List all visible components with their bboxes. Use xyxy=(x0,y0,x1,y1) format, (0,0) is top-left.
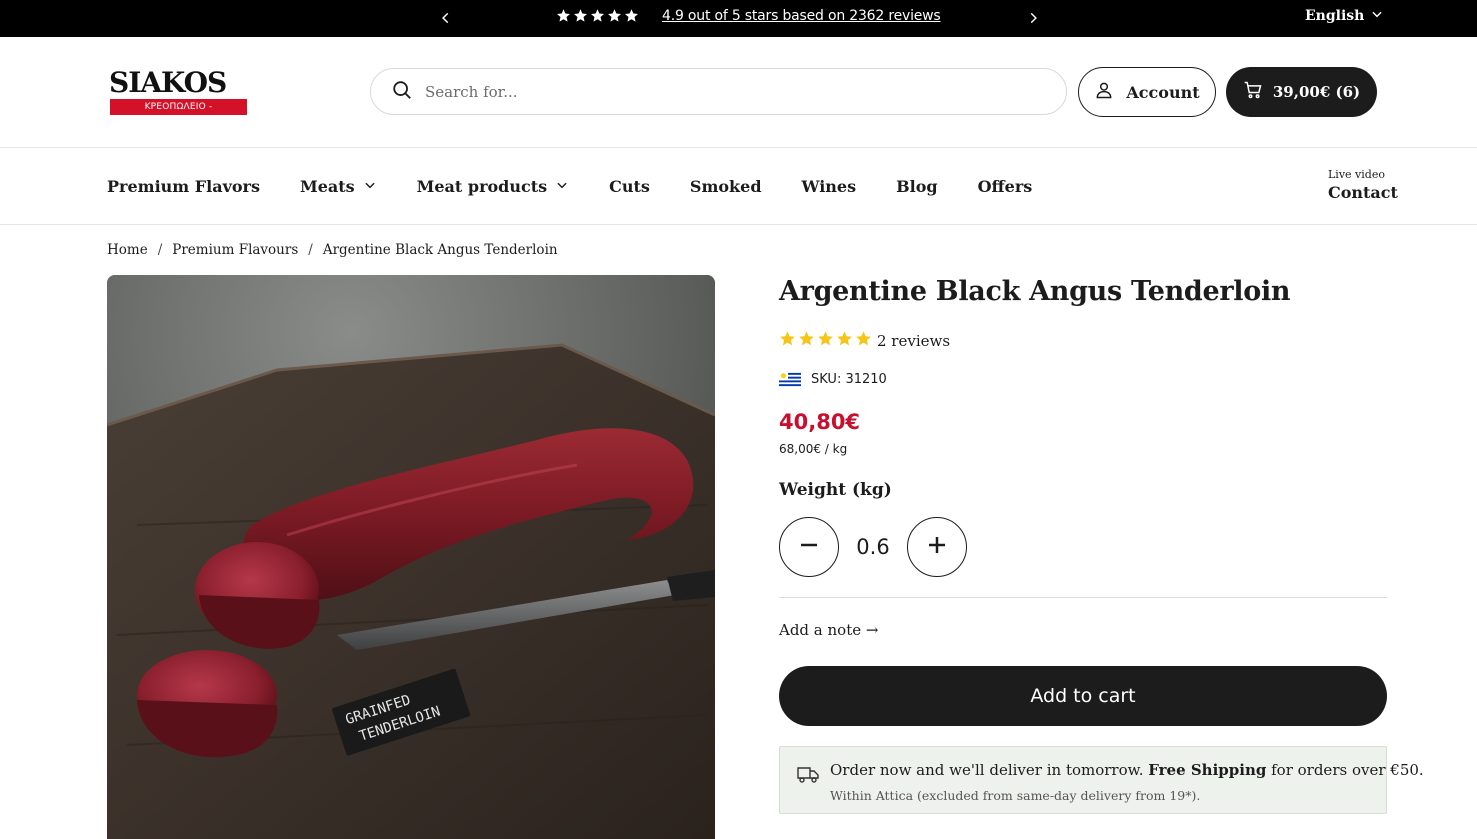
quantity-decrease-button[interactable] xyxy=(779,517,839,577)
logo-tagline: ΚΡΕΟΠΩΛΕΙΟ - ΠΑΝΤΟΠΩΛΕΙΟ xyxy=(110,99,247,128)
breadcrumb-current: Argentine Black Angus Tenderloin xyxy=(322,242,558,258)
nav-label: Wines xyxy=(801,176,857,196)
product-divider xyxy=(779,597,1387,598)
delivery-text: for orders over €50. xyxy=(1266,761,1424,779)
language-label: English xyxy=(1305,8,1365,24)
star-icon xyxy=(607,8,622,27)
unit-price: 68,00€ / kg xyxy=(779,442,848,456)
breadcrumb-separator: / xyxy=(157,242,163,258)
cart-total: 39,00€ (6) xyxy=(1272,83,1361,101)
delivery-main-text: Order now and we'll deliver in tomorrow.… xyxy=(830,761,1424,779)
search-bar[interactable] xyxy=(370,68,1067,115)
main-nav: Premium Flavors Meats Meat products Cuts… xyxy=(107,175,1072,197)
nav-item-meats[interactable]: Meats xyxy=(300,177,377,196)
uruguay-flag-icon xyxy=(779,371,801,388)
star-icon xyxy=(573,8,588,27)
contact-sublabel: Live video xyxy=(1328,168,1385,181)
logo[interactable]: SIAKOS ΚΡΕΟΠΩΛΕΙΟ - ΠΑΝΤΟΠΩΛΕΙΟ xyxy=(109,66,247,128)
delivery-subtext: Within Attica (excluded from same-day de… xyxy=(830,788,1201,803)
reviews-count: 2 reviews xyxy=(877,331,951,350)
star-icon xyxy=(817,330,834,351)
chevron-right-icon[interactable] xyxy=(1022,7,1044,29)
logo-wordmark: SIAKOS xyxy=(109,66,227,99)
announcement-stars xyxy=(556,8,639,27)
chevron-down-icon xyxy=(363,177,377,196)
chevron-down-icon xyxy=(555,177,569,196)
nav-label: Premium Flavors xyxy=(107,176,260,196)
nav-item-wines[interactable]: Wines xyxy=(802,177,857,196)
weight-label: Weight (kg) xyxy=(779,480,892,500)
nav-item-premium-flavors[interactable]: Premium Flavors xyxy=(107,177,260,196)
nav-label: Blog xyxy=(896,176,938,196)
star-icon xyxy=(590,8,605,27)
plus-icon xyxy=(925,533,949,561)
header-divider xyxy=(0,147,1477,148)
free-shipping-label: Free Shipping xyxy=(1148,761,1267,779)
product-photo: GRAINFED TENDERLOIN xyxy=(107,275,715,839)
announcement-bar: 4.9 out of 5 stars based on 2362 reviews… xyxy=(0,0,1477,37)
nav-item-cuts[interactable]: Cuts xyxy=(609,177,650,196)
star-icon xyxy=(779,330,796,351)
delivery-info: Order now and we'll deliver in tomorrow.… xyxy=(779,746,1424,814)
star-icon xyxy=(855,330,872,351)
account-label: Account xyxy=(1126,82,1200,102)
delivery-text: Order now and we'll deliver in tomorrow. xyxy=(830,761,1149,779)
nav-label: Smoked xyxy=(689,176,762,196)
product-reviews[interactable]: 2 reviews xyxy=(779,330,950,351)
cart-icon xyxy=(1243,80,1263,104)
product-price: 40,80€ xyxy=(779,410,861,434)
breadcrumb-separator: / xyxy=(308,242,313,258)
breadcrumb-home[interactable]: Home xyxy=(107,242,148,258)
quantity-increase-button[interactable] xyxy=(907,517,967,577)
cart-button[interactable]: 39,00€ (6) xyxy=(1226,67,1377,117)
nav-divider xyxy=(0,224,1477,225)
nav-item-blog[interactable]: Blog xyxy=(896,177,937,196)
nav-item-meat-products[interactable]: Meat products xyxy=(417,177,569,196)
reviews-link[interactable]: 4.9 out of 5 stars based on 2362 reviews xyxy=(662,8,941,24)
star-icon xyxy=(836,330,853,351)
breadcrumb: Home / Premium Flavours / Argentine Blac… xyxy=(107,242,558,258)
minus-icon xyxy=(797,533,821,561)
nav-label: Offers xyxy=(977,176,1033,196)
nav-label: Meat products xyxy=(416,176,548,196)
user-icon xyxy=(1094,80,1114,104)
breadcrumb-category[interactable]: Premium Flavours xyxy=(172,242,298,258)
nav-label: Cuts xyxy=(609,176,650,196)
sku-text: SKU: 31210 xyxy=(811,372,887,387)
star-icon xyxy=(556,8,571,27)
star-icon xyxy=(624,8,639,27)
account-button[interactable]: Account xyxy=(1078,67,1216,117)
quantity-input[interactable] xyxy=(843,535,903,559)
nav-item-smoked[interactable]: Smoked xyxy=(690,177,762,196)
add-note-link[interactable]: Add a note → xyxy=(779,621,878,639)
language-selector[interactable]: English xyxy=(1305,7,1384,25)
contact-link[interactable]: Live video Contact xyxy=(1328,168,1398,202)
chevron-left-icon[interactable] xyxy=(435,7,457,29)
add-to-cart-button[interactable]: Add to cart xyxy=(779,666,1387,726)
search-icon xyxy=(391,79,413,105)
search-input[interactable] xyxy=(425,82,1025,101)
contact-label: Contact xyxy=(1328,183,1398,202)
nav-item-offers[interactable]: Offers xyxy=(978,177,1033,196)
nav-label: Meats xyxy=(300,176,355,196)
star-icon xyxy=(798,330,815,351)
product-title: Argentine Black Angus Tenderloin xyxy=(779,276,1291,307)
product-sku: SKU: 31210 xyxy=(779,371,887,388)
chevron-down-icon xyxy=(1370,7,1384,25)
product-image[interactable]: GRAINFED TENDERLOIN xyxy=(107,275,715,839)
